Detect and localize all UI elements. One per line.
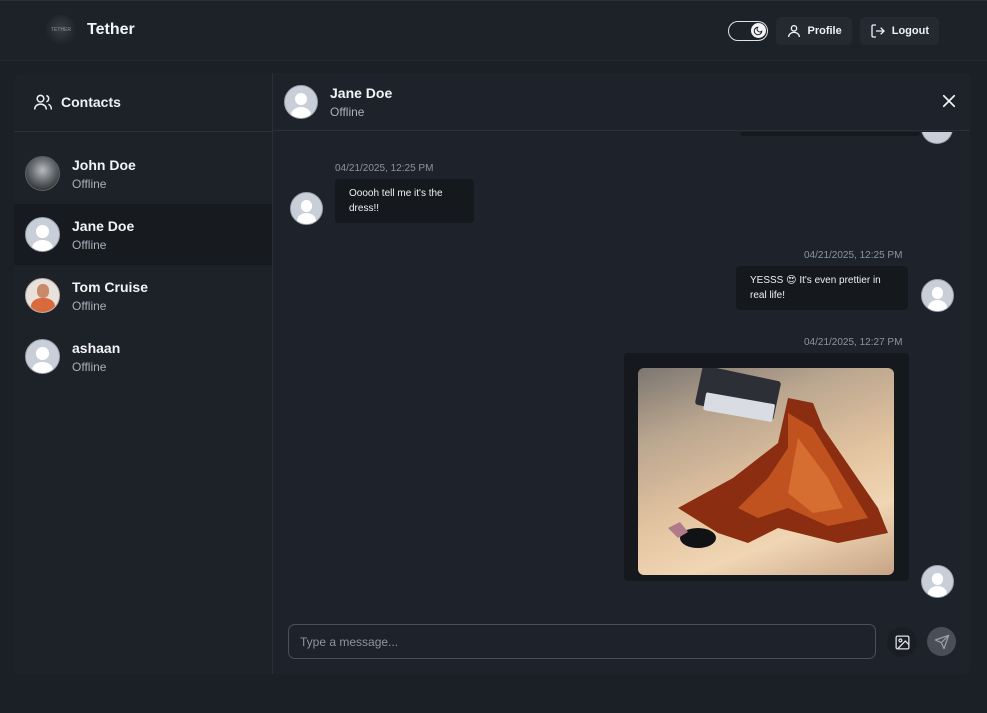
contact-name: ashaan [72,339,121,356]
contact-status: Offline [72,359,107,374]
image-message-bubble [624,353,909,581]
users-icon [33,94,53,110]
sidebar-title: Contacts [61,94,121,110]
logout-button[interactable]: Logout [859,17,939,45]
chat-panel: Contacts John Doe Offline Jane Doe Offli… [14,73,970,674]
chat-contact-name: Jane Doe [330,84,393,101]
contact-status: Offline [72,298,107,313]
message-timestamp: 04/21/2025, 12:27 PM [804,337,903,348]
message-bubble: Ooooh tell me it's the dress!! [335,179,474,223]
avatar [25,156,60,191]
message-timestamp: 04/21/2025, 12:25 PM [804,250,903,261]
image-icon [894,634,910,650]
contact-item[interactable]: John Doe Offline [14,143,272,204]
chat-area: Jane Doe Offline 04/21/2025, 12:25 PM Oo… [274,73,970,674]
avatar [25,278,60,313]
logout-label: Logout [891,25,929,37]
profile-label: Profile [807,25,842,37]
message-composer [274,613,970,674]
chat-header-avatar [284,84,318,119]
contact-name: John Doe [72,156,136,173]
avatar [25,339,60,374]
brand-logo: TETHER [46,15,76,45]
contact-status: Offline [72,237,107,252]
message-bubble: YESSS 😍 It's even prettier in real life! [736,266,908,310]
message-input[interactable] [288,624,876,659]
moon-icon [750,23,766,38]
dress-photo[interactable] [638,368,894,575]
sidebar-header: Contacts [14,73,272,132]
contact-name: Jane Doe [72,217,135,234]
attach-image-button[interactable] [887,627,917,657]
chat-contact-status: Offline [330,104,365,119]
message-timestamp: 04/21/2025, 12:25 PM [335,163,434,174]
avatar [25,217,60,252]
chat-header: Jane Doe Offline [274,73,970,131]
avatar [921,565,954,598]
avatar [921,132,953,144]
contact-item[interactable]: ashaan Offline [14,326,272,387]
brand-name: Tether [87,21,135,38]
contact-item[interactable]: Tom Cruise Offline [14,265,272,326]
contact-item-active[interactable]: Jane Doe Offline [14,204,272,265]
top-navbar: TETHER Tether Profile Logout [0,0,987,61]
avatar [921,279,954,312]
logout-icon [871,24,885,38]
contact-status: Offline [72,176,107,191]
theme-toggle[interactable] [727,21,768,41]
message-bubble-partial [740,132,920,136]
brand-logo-text: TETHER [51,27,71,33]
contact-name: Tom Cruise [72,278,148,295]
send-button[interactable] [927,627,956,656]
contacts-sidebar: Contacts John Doe Offline Jane Doe Offli… [14,73,273,674]
send-icon [934,634,949,649]
user-icon [787,25,800,38]
close-icon[interactable] [940,92,958,110]
profile-button[interactable]: Profile [775,17,852,45]
message-list[interactable]: 04/21/2025, 12:25 PM Ooooh tell me it's … [274,132,970,612]
avatar [290,192,323,225]
brand[interactable]: TETHER Tether [46,15,135,45]
contact-list: John Doe Offline Jane Doe Offline Tom Cr… [14,132,272,387]
